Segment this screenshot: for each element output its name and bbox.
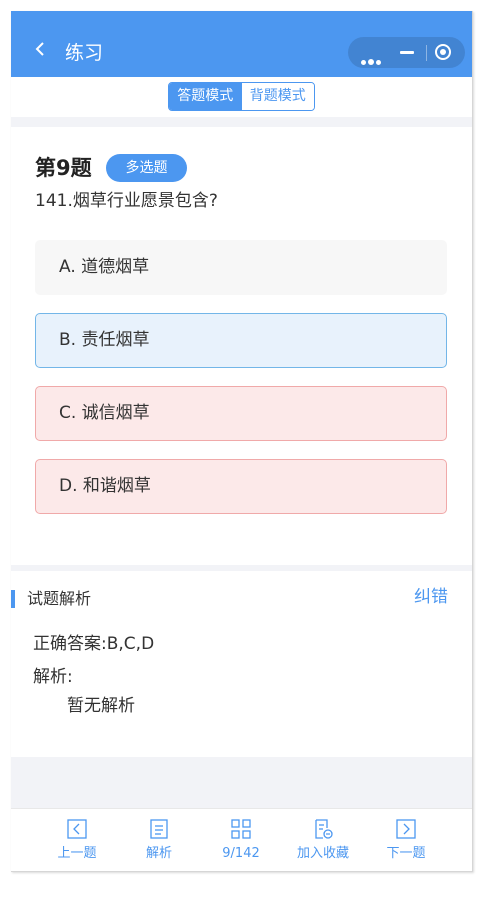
option-a[interactable]: A. 道德烟草 bbox=[35, 240, 447, 295]
add-favorite-label: 加入收藏 bbox=[296, 846, 349, 861]
target-icon[interactable] bbox=[435, 44, 451, 60]
option-b[interactable]: B. 责任烟草 bbox=[35, 313, 447, 368]
analysis-title: 试题解析 bbox=[27, 589, 92, 608]
correct-answer-value: B,C,D bbox=[106, 634, 155, 654]
question-number: 第9题 bbox=[35, 156, 92, 180]
question-card: 第9题 多选题 141.烟草行业愿景包含? A. 道德烟草 B. 责任烟草 C.… bbox=[11, 127, 472, 565]
bottom-toolbar: 上一题 解析 9/142 加入收藏 下一题 bbox=[11, 808, 472, 871]
prev-question-label: 上一题 bbox=[57, 846, 97, 861]
page-title: 练习 bbox=[65, 42, 104, 64]
recite-mode-button[interactable]: 背题模式 bbox=[241, 83, 314, 110]
section-accent-bar bbox=[11, 590, 15, 608]
option-d[interactable]: D. 和谐烟草 bbox=[35, 459, 447, 514]
prev-icon bbox=[67, 819, 87, 839]
answer-mode-button[interactable]: 答题模式 bbox=[169, 83, 242, 110]
next-question-label: 下一题 bbox=[386, 846, 426, 861]
explanation-text: 暂无解析 bbox=[67, 696, 135, 716]
question-text: 141.烟草行业愿景包含? bbox=[35, 191, 218, 211]
prev-question-button[interactable]: 上一题 bbox=[37, 809, 117, 871]
question-index-label: 9/142 bbox=[222, 846, 260, 861]
add-favorite-button[interactable]: 加入收藏 bbox=[283, 809, 363, 871]
mini-program-capsule bbox=[348, 37, 465, 68]
report-error-link[interactable]: 纠错 bbox=[414, 586, 448, 608]
correct-answer-label: 正确答案: bbox=[33, 634, 107, 654]
analysis-button[interactable]: 解析 bbox=[119, 809, 199, 871]
more-dots-icon[interactable] bbox=[361, 50, 383, 69]
navbar: 练习 bbox=[11, 11, 472, 77]
analysis-section: 试题解析 纠错 正确答案:B,C,D 解析: 暂无解析 bbox=[11, 571, 472, 757]
phone-frame: 练习 答题模式 背题模式 第9题 多选题 141.烟草行业愿景包含? A. 道德… bbox=[11, 11, 473, 872]
explanation-label: 解析: bbox=[33, 667, 73, 687]
question-index-button[interactable]: 9/142 bbox=[201, 809, 281, 871]
next-icon bbox=[396, 819, 416, 839]
question-type-badge: 多选题 bbox=[106, 154, 187, 182]
mode-switch: 答题模式 背题模式 bbox=[168, 82, 315, 111]
capsule-divider bbox=[426, 45, 427, 61]
option-c[interactable]: C. 诚信烟草 bbox=[35, 386, 447, 441]
correct-answer: 正确答案:B,C,D bbox=[33, 633, 154, 655]
next-question-button[interactable]: 下一题 bbox=[366, 809, 446, 871]
grid-icon bbox=[231, 819, 251, 839]
minus-icon[interactable] bbox=[400, 51, 414, 54]
chevron-left-icon[interactable] bbox=[35, 40, 45, 60]
favorite-icon bbox=[315, 819, 333, 839]
document-icon bbox=[150, 819, 168, 839]
mode-bar: 答题模式 背题模式 bbox=[11, 77, 472, 117]
analysis-label: 解析 bbox=[145, 846, 172, 861]
